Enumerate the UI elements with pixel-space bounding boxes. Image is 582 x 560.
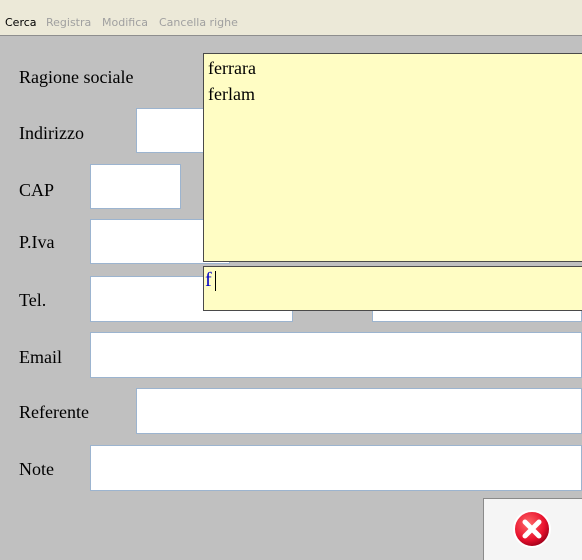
autocomplete-search-input[interactable]: f xyxy=(203,266,582,311)
menu-registra: Registra xyxy=(46,16,92,29)
email-field[interactable] xyxy=(90,332,582,378)
note-label: Note xyxy=(19,459,54,479)
menu-cancella-righe: Cancella righe xyxy=(159,16,238,29)
menu-modifica: Modifica xyxy=(102,16,148,29)
text-caret xyxy=(215,271,216,291)
menu-cerca[interactable]: Cerca xyxy=(5,16,37,29)
search-query-text: f xyxy=(205,269,212,291)
referente-field[interactable] xyxy=(136,388,582,434)
note-field[interactable] xyxy=(90,445,582,491)
menu-bar: Cerca Registra Modifica Cancella righe xyxy=(0,0,582,36)
close-circle-icon xyxy=(513,510,551,548)
autocomplete-dropdown: ferrara ferlam xyxy=(203,53,582,262)
autocomplete-option[interactable]: ferrara xyxy=(204,59,582,85)
indirizzo-label: Indirizzo xyxy=(19,123,84,143)
autocomplete-option[interactable]: ferlam xyxy=(204,85,582,111)
cap-label: CAP xyxy=(19,180,55,200)
email-label: Email xyxy=(19,347,62,367)
close-button[interactable] xyxy=(483,498,582,560)
cap-field[interactable] xyxy=(90,164,181,209)
tel-label: Tel. xyxy=(19,290,47,310)
ragione-sociale-label: Ragione sociale xyxy=(19,67,134,87)
piva-label: P.Iva xyxy=(19,232,55,252)
referente-label: Referente xyxy=(19,402,89,422)
